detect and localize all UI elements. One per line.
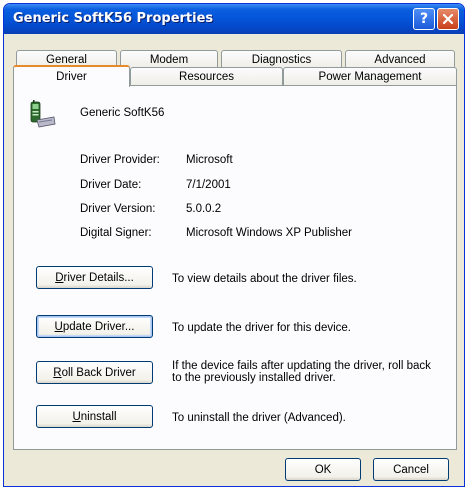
digital-signer-value: Microsoft Windows XP Publisher (186, 227, 352, 239)
tab-resources[interactable]: Resources (130, 67, 283, 86)
button-mnemonic: D (55, 271, 64, 284)
tab-label: Driver (56, 71, 87, 83)
tab-label: Diagnostics (251, 54, 312, 66)
window-title: Generic SoftK56 Properties (13, 11, 214, 26)
tab-power-management[interactable]: Power Management (283, 67, 457, 86)
tab-label: Resources (179, 71, 234, 83)
button-label: oll Back Driver (61, 366, 136, 379)
roll-back-driver-description: If the device fails after updating the d… (172, 360, 431, 384)
driver-details-button[interactable]: Driver Details... (36, 266, 153, 289)
button-label: pdate Driver... (62, 320, 135, 333)
tab-label: Modem (149, 54, 189, 66)
update-driver-description: To update the driver for this device. (172, 322, 351, 334)
tab-join (14, 86, 129, 88)
roll-back-driver-button[interactable]: Roll Back Driver (36, 361, 153, 384)
driver-details-description: To view details about the driver files. (172, 273, 357, 285)
driver-provider-value: Microsoft (186, 154, 233, 166)
tab-label: Advanced (374, 54, 426, 66)
ok-button[interactable]: OK (285, 458, 361, 481)
button-label: Cancel (393, 463, 429, 476)
uninstall-description: To uninstall the driver (Advanced). (172, 412, 346, 424)
tab-label: Power Management (318, 71, 422, 83)
driver-date-value: 7/1/2001 (186, 179, 231, 191)
button-label: OK (314, 463, 332, 476)
driver-version-label: Driver Version: (80, 203, 156, 215)
help-icon: ? (419, 11, 429, 27)
button-label: ninstall (80, 410, 117, 423)
device-name: Generic SoftK56 (80, 107, 165, 119)
modem-phone-icon (30, 100, 56, 128)
driver-tab-panel: Generic SoftK56 Driver Provider: Microso… (13, 85, 457, 450)
title-bar[interactable]: Generic SoftK56 Properties ? (4, 4, 464, 34)
uninstall-button[interactable]: Uninstall (36, 405, 153, 428)
button-label: river Details... (63, 271, 134, 284)
tab-driver[interactable]: Driver (13, 65, 130, 88)
driver-provider-label: Driver Provider: (80, 154, 160, 166)
button-mnemonic: R (53, 366, 62, 379)
driver-version-value: 5.0.0.2 (186, 203, 222, 215)
digital-signer-label: Digital Signer: (80, 227, 152, 239)
cancel-button[interactable]: Cancel (373, 458, 449, 481)
update-driver-button[interactable]: Update Driver... (36, 315, 153, 338)
close-button[interactable] (437, 8, 459, 30)
button-mnemonic: U (54, 320, 63, 333)
close-icon (442, 13, 454, 25)
button-mnemonic: U (72, 410, 81, 423)
driver-date-label: Driver Date: (80, 179, 142, 191)
properties-window: Generic SoftK56 Properties ? General Mod… (3, 3, 465, 487)
help-button[interactable]: ? (413, 8, 435, 30)
